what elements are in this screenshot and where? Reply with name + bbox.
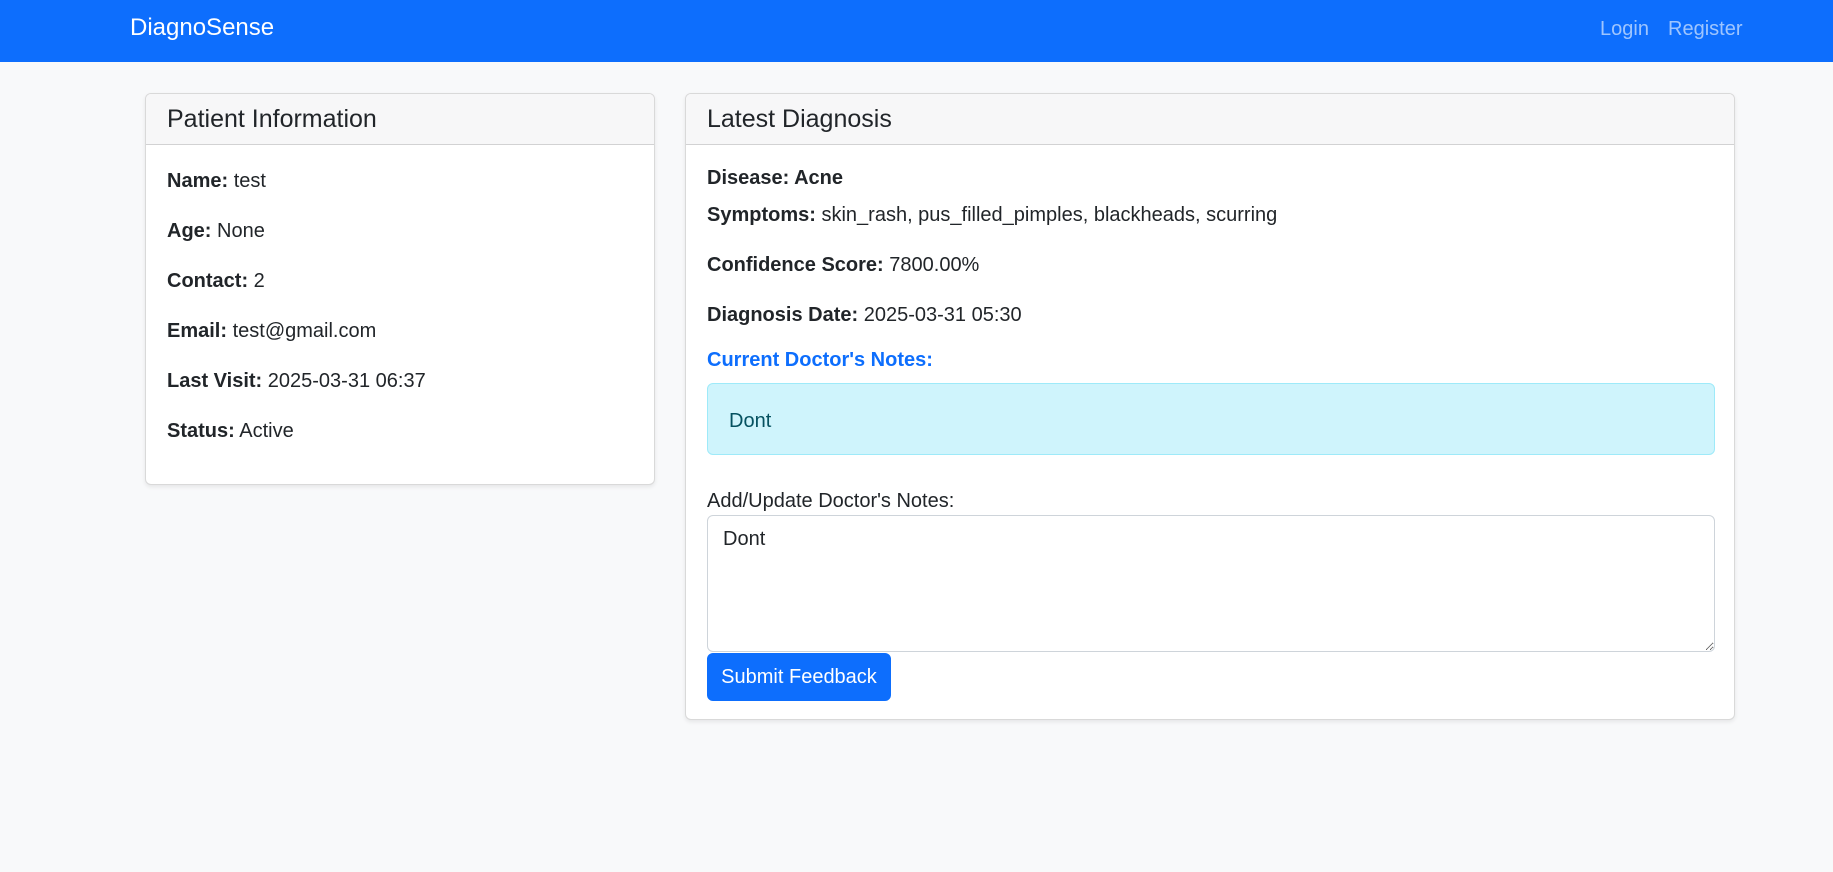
disease-value: Acne: [794, 167, 844, 189]
patient-status-row: Status: Active: [167, 420, 294, 443]
patient-age-value: None: [217, 220, 265, 242]
current-notes-alert: Dont: [707, 383, 1715, 455]
patient-contact-row: Contact: 2: [167, 270, 265, 293]
patient-card-title: Patient Information: [146, 94, 654, 145]
brand-logo-link[interactable]: DiagnoSense: [130, 14, 274, 42]
current-notes-heading: Current Doctor's Notes:: [707, 349, 933, 371]
diagnosis-date-value: 2025-03-31 05:30: [863, 304, 1022, 326]
patient-email-label: Email:: [167, 320, 228, 342]
patient-last-visit-row: Last Visit: 2025-03-31 06:37: [167, 370, 426, 393]
disease-row: Disease: Acne: [707, 167, 843, 190]
patient-contact-label: Contact:: [167, 270, 249, 292]
symptoms-value: skin_rash, pus_filled_pimples, blackhead…: [821, 204, 1278, 226]
patient-name-value: test: [233, 170, 266, 192]
diagnosis-date-label: Diagnosis Date:: [707, 304, 859, 326]
latest-diagnosis-card: Latest Diagnosis Disease: Acne Symptoms:…: [685, 93, 1735, 720]
confidence-label: Confidence Score:: [707, 254, 884, 276]
top-navbar: DiagnoSense Login Register: [0, 0, 1833, 62]
patient-last-visit-label: Last Visit:: [167, 370, 263, 392]
patient-contact-value: 2: [253, 270, 265, 292]
symptoms-label: Symptoms:: [707, 204, 816, 226]
submit-feedback-button[interactable]: Submit Feedback: [707, 653, 891, 701]
patient-last-visit-value: 2025-03-31 06:37: [267, 370, 426, 392]
disease-label: Disease:: [707, 167, 790, 189]
patient-name-label: Name:: [167, 170, 229, 192]
patient-age-label: Age:: [167, 220, 212, 242]
patient-status-label: Status:: [167, 420, 235, 442]
symptoms-row: Symptoms: skin_rash, pus_filled_pimples,…: [707, 204, 1277, 227]
confidence-value: 7800.00%: [889, 254, 980, 276]
patient-age-row: Age: None: [167, 220, 265, 243]
patient-email-value: test@gmail.com: [232, 320, 377, 342]
nav-register-link[interactable]: Register: [1668, 18, 1742, 41]
doctor-notes-textarea[interactable]: Dont: [707, 515, 1715, 652]
confidence-row: Confidence Score: 7800.00%: [707, 254, 979, 277]
patient-email-row: Email: test@gmail.com: [167, 320, 376, 343]
diagnosis-date-row: Diagnosis Date: 2025-03-31 05:30: [707, 304, 1022, 327]
diagnosis-card-title: Latest Diagnosis: [686, 94, 1734, 145]
patient-status-value: Active: [239, 420, 294, 442]
notes-form-label: Add/Update Doctor's Notes:: [707, 490, 955, 512]
nav-login-link[interactable]: Login: [1600, 18, 1649, 41]
patient-name-row: Name: test: [167, 170, 266, 193]
patient-information-card: Patient Information Name: test Age: None…: [145, 93, 655, 485]
